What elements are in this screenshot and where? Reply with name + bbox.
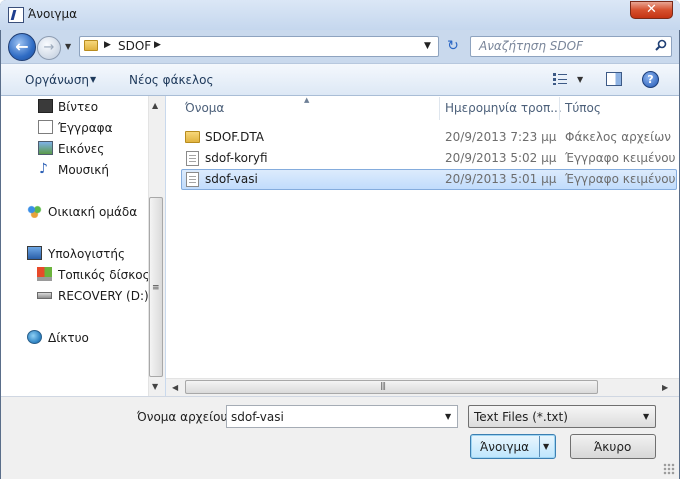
file-type: Έγγραφο κειμένου: [565, 172, 676, 186]
video-library-icon: [38, 99, 53, 113]
chevron-right-icon[interactable]: ▶: [104, 40, 111, 50]
pictures-library-icon: [38, 141, 53, 155]
column-header-name[interactable]: Όνομα: [185, 101, 224, 115]
filename-chevron-down-icon[interactable]: ▼: [445, 412, 451, 421]
new-folder-button[interactable]: Νέος φάκελος: [129, 73, 214, 87]
scroll-down-icon[interactable]: ▼: [152, 382, 158, 391]
preview-pane-icon[interactable]: [606, 72, 622, 86]
file-row-sdof-dta[interactable]: SDOF.DTA 20/9/2013 7:23 μμ Φάκελος αρχεί…: [181, 127, 677, 148]
file-row-sdof-vasi[interactable]: sdof-vasi 20/9/2013 5:01 μμ Έγγραφο κειμ…: [181, 169, 677, 190]
sort-ascending-icon: ▲: [304, 96, 310, 104]
file-date: 20/9/2013 5:02 μμ: [445, 151, 557, 165]
file-row-sdof-koryfi[interactable]: sdof-koryfi 20/9/2013 5:02 μμ Έγγραφο κε…: [181, 148, 677, 169]
text-file-icon: [186, 151, 199, 166]
music-library-icon: ♪: [39, 161, 48, 177]
computer-icon: [27, 246, 42, 260]
filename-label: Όνομα αρχείου:: [137, 410, 232, 424]
scroll-grip-icon: |||: [380, 381, 386, 390]
open-options-chevron-down-icon[interactable]: ▼: [543, 442, 549, 451]
window-title: Άνοιγμα: [28, 7, 78, 21]
file-name: SDOF.DTA: [205, 130, 264, 144]
resize-grip-icon[interactable]: [663, 463, 675, 475]
refresh-icon[interactable]: ↻: [442, 36, 464, 57]
folder-icon: [185, 131, 200, 143]
search-icon[interactable]: [655, 39, 667, 51]
sidebar-item-documents[interactable]: Έγγραφα: [58, 121, 113, 135]
title-bar[interactable]: [0, 0, 680, 30]
scroll-up-icon[interactable]: ▲: [152, 101, 158, 110]
column-divider[interactable]: [439, 97, 440, 120]
address-history-chevron-down-icon[interactable]: ▼: [424, 41, 431, 51]
folder-icon: [84, 40, 98, 51]
documents-library-icon: [38, 120, 53, 134]
cancel-button-label[interactable]: Άκυρο: [594, 440, 631, 454]
breadcrumb-sdof[interactable]: SDOF: [118, 39, 151, 53]
sidebar-item-computer[interactable]: Υπολογιστής: [48, 247, 125, 261]
scroll-grip-icon: ≡: [152, 283, 160, 293]
search-placeholder: Αναζήτηση SDOF: [479, 39, 584, 53]
change-view-icon[interactable]: [552, 72, 568, 86]
network-icon: [27, 330, 42, 344]
sidebar-item-music[interactable]: Μουσική: [58, 163, 109, 177]
open-button-divider: [539, 436, 540, 457]
sidebar-item-videos[interactable]: Βίντεο: [58, 100, 98, 114]
homegroup-icon: [27, 204, 42, 218]
organize-button[interactable]: Οργάνωση: [25, 73, 89, 87]
filename-value[interactable]: sdof-vasi: [231, 410, 284, 424]
chevron-right-icon[interactable]: ▶: [154, 40, 161, 50]
file-date: 20/9/2013 5:01 μμ: [445, 172, 557, 186]
scroll-left-icon[interactable]: ◀: [172, 383, 178, 392]
back-button[interactable]: ←: [8, 33, 36, 61]
close-button[interactable]: ✕: [630, 1, 673, 19]
sidebar-item-recovery[interactable]: RECOVERY (D:): [58, 289, 149, 303]
file-date: 20/9/2013 7:23 μμ: [445, 130, 557, 144]
sidebar-item-network[interactable]: Δίκτυο: [48, 331, 89, 345]
recent-locations-chevron-down-icon[interactable]: ▼: [65, 43, 75, 51]
view-options-chevron-down-icon[interactable]: ▼: [577, 75, 583, 84]
file-name: sdof-koryfi: [205, 151, 268, 165]
drive-icon: [37, 292, 52, 299]
file-type: Έγγραφο κειμένου: [565, 151, 676, 165]
navigation-pane: [1, 96, 165, 396]
file-type-value[interactable]: Text Files (*.txt): [474, 410, 568, 424]
column-divider[interactable]: [559, 97, 560, 120]
horizontal-scroll-thumb[interactable]: [185, 380, 598, 394]
file-name: sdof-vasi: [205, 172, 258, 186]
forward-button[interactable]: →: [37, 36, 61, 60]
open-button-label[interactable]: Άνοιγμα: [480, 440, 529, 454]
local-disk-icon: [37, 267, 52, 281]
column-header-type[interactable]: Τύπος: [565, 101, 601, 115]
scroll-right-icon[interactable]: ▶: [662, 383, 668, 392]
file-type-chevron-down-icon[interactable]: ▼: [643, 412, 649, 421]
text-file-icon: [186, 172, 199, 187]
chevron-down-icon[interactable]: ▼: [90, 75, 96, 84]
help-icon[interactable]: ?: [642, 71, 659, 88]
sidebar-item-local-disk[interactable]: Τοπικός δίσκος (: [58, 268, 158, 282]
sidebar-item-pictures[interactable]: Εικόνες: [58, 142, 104, 156]
sidebar-item-homegroup[interactable]: Οικιακή ομάδα: [48, 205, 137, 219]
file-type: Φάκελος αρχείων: [565, 130, 671, 144]
column-header-date[interactable]: Ημερομηνία τροπ...: [445, 101, 562, 115]
app-icon: [8, 7, 24, 23]
